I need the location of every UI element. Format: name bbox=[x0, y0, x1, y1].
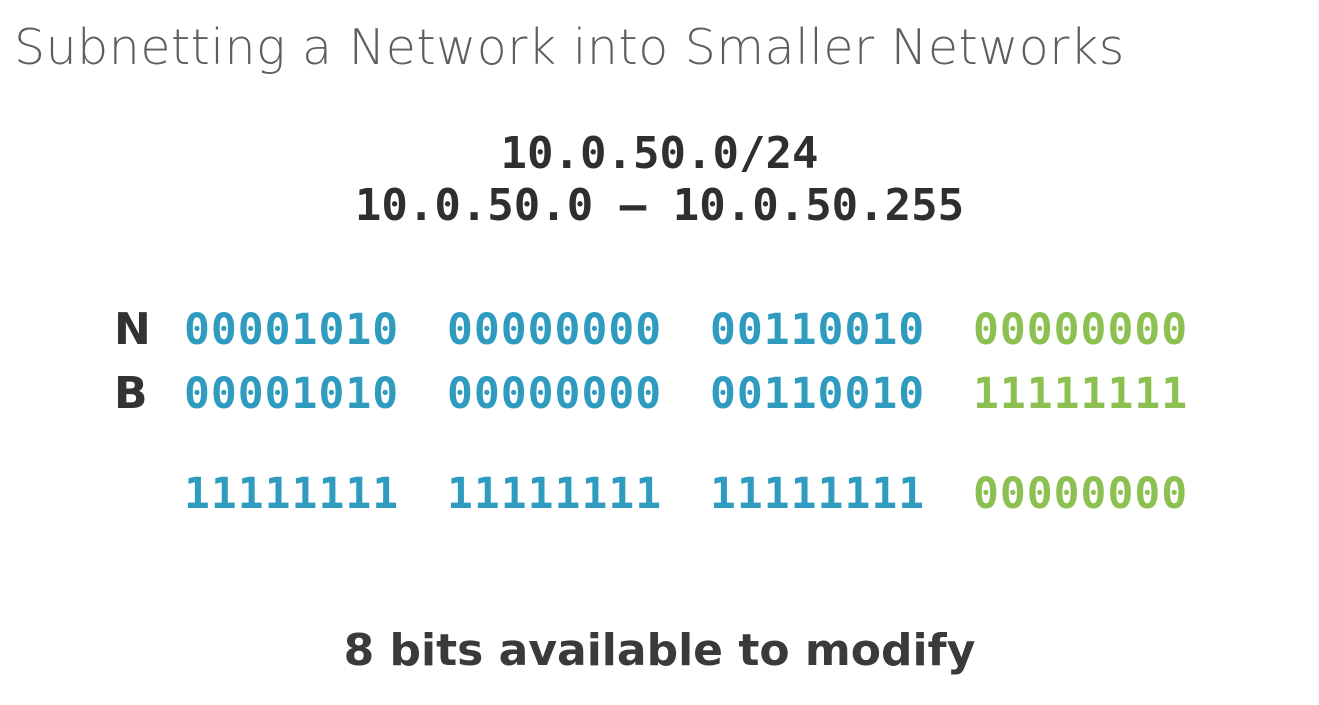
address-range: 10.0.50.0 – 10.0.50.255 bbox=[354, 180, 965, 231]
mask-octet-3: 11111111 bbox=[710, 469, 926, 519]
broadcast-octet-2: 00000000 bbox=[447, 369, 663, 419]
mask-octet-2: 11111111 bbox=[447, 469, 663, 519]
network-octet-3: 00110010 bbox=[710, 305, 926, 355]
broadcast-octet-1: 00001010 bbox=[184, 369, 400, 419]
network-row-label: N bbox=[114, 304, 151, 355]
bits-available-caption: 8 bits available to modify bbox=[343, 625, 976, 676]
broadcast-row-label: B bbox=[114, 368, 148, 419]
slide-title: Subnetting a Network into Smaller Networ… bbox=[14, 19, 1125, 76]
slide: Subnetting a Network into Smaller Networ… bbox=[0, 0, 1319, 705]
cidr-notation: 10.0.50.0/24 bbox=[500, 128, 819, 179]
broadcast-octet-4: 11111111 bbox=[973, 369, 1189, 419]
mask-octet-1: 11111111 bbox=[184, 469, 400, 519]
network-octet-2: 00000000 bbox=[447, 305, 663, 355]
broadcast-octet-3: 00110010 bbox=[710, 369, 926, 419]
network-octet-4: 00000000 bbox=[973, 305, 1189, 355]
network-octet-1: 00001010 bbox=[184, 305, 400, 355]
mask-octet-4: 00000000 bbox=[973, 469, 1189, 519]
